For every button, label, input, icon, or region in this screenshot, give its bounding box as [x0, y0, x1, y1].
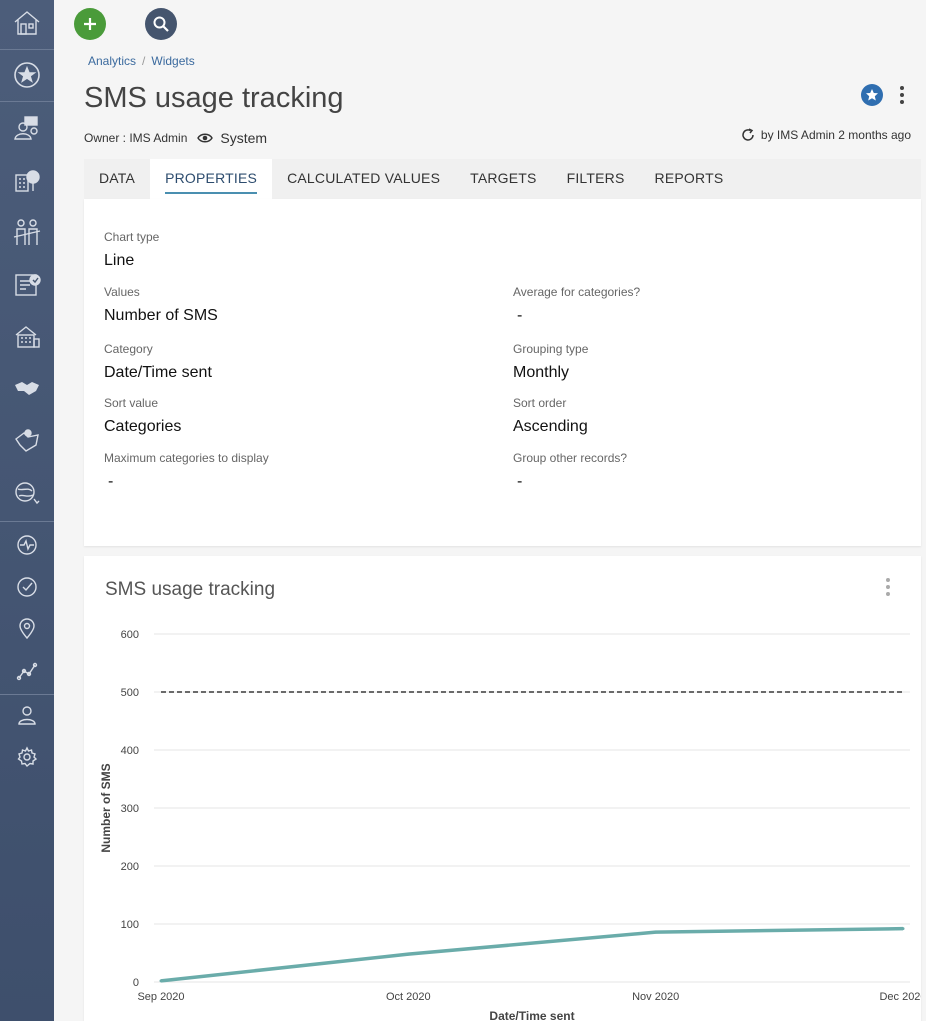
- prop-category: Category Date/Time sent: [104, 342, 212, 382]
- properties-panel: Chart type Line Values Number of SMS Ave…: [84, 199, 921, 546]
- data-point: [406, 952, 410, 956]
- tab-label: REPORTS: [654, 170, 724, 186]
- breadcrumb: Analytics / Widgets: [88, 54, 195, 68]
- breadcrumb-widgets[interactable]: Widgets: [151, 54, 194, 68]
- prop-max-categories: Maximum categories to display -: [104, 451, 269, 491]
- updated-text: by IMS Admin 2 months ago: [760, 128, 911, 142]
- favorites-icon[interactable]: [0, 54, 54, 96]
- tab-properties[interactable]: PROPERTIES: [150, 159, 273, 199]
- activity-icon[interactable]: [0, 524, 54, 566]
- user-icon[interactable]: [0, 694, 54, 736]
- tab-calculated-values[interactable]: CALCULATED VALUES: [272, 159, 455, 199]
- plus-icon: [84, 18, 96, 30]
- tab-label: TARGETS: [470, 170, 537, 186]
- prop-label: Category: [104, 342, 153, 356]
- prop-label: Maximum categories to display: [104, 451, 269, 465]
- tab-reports[interactable]: REPORTS: [640, 159, 739, 199]
- locations-icon[interactable]: [0, 419, 54, 461]
- settings-icon[interactable]: [0, 736, 54, 778]
- tab-label: CALCULATED VALUES: [287, 170, 441, 186]
- owner-info: Owner : IMS Admin System: [84, 130, 267, 146]
- tab-bar: DATA PROPERTIES CALCULATED VALUES TARGET…: [84, 159, 921, 199]
- location-pin-icon[interactable]: [0, 608, 54, 650]
- prop-average: Average for categories? -: [513, 285, 640, 325]
- y-tick-label: 200: [121, 861, 139, 873]
- prop-label: Grouping type: [513, 342, 589, 356]
- data-point: [901, 927, 905, 931]
- prop-value: Number of SMS: [104, 307, 218, 324]
- partnerships-icon[interactable]: [0, 367, 54, 409]
- search-icon: [153, 16, 169, 32]
- prop-grouping: Grouping type Monthly: [513, 342, 588, 382]
- prop-value: Date/Time sent: [104, 364, 212, 381]
- tab-label: DATA: [99, 170, 136, 186]
- favorite-button[interactable]: [861, 84, 883, 106]
- prop-label: Average for categories?: [513, 285, 641, 299]
- prop-values: Values Number of SMS: [104, 285, 218, 325]
- prop-value: -: [108, 473, 114, 490]
- main-content: Analytics / Widgets SMS usage tracking Own…: [54, 0, 926, 1021]
- forms-icon[interactable]: [0, 263, 54, 305]
- y-tick-label: 100: [121, 919, 139, 931]
- people-icon[interactable]: [0, 211, 54, 253]
- chart-card: SMS usage tracking 0 100 200 300 400 500 600 Se…: [84, 556, 921, 1021]
- projects-icon[interactable]: [0, 471, 54, 513]
- star-icon: [866, 89, 878, 101]
- eye-icon: [197, 132, 214, 144]
- prop-label: Values: [104, 285, 140, 299]
- x-tick-label: Dec 2020: [879, 991, 921, 1003]
- breadcrumb-analytics[interactable]: Analytics: [88, 54, 136, 68]
- refresh-icon: [742, 128, 754, 141]
- y-tick-label: 0: [133, 977, 139, 989]
- sidebar: [0, 0, 54, 1021]
- prop-value: Monthly: [513, 364, 570, 381]
- prop-value: -: [517, 473, 523, 490]
- tab-label: PROPERTIES: [165, 170, 258, 194]
- tab-targets[interactable]: TARGETS: [455, 159, 551, 199]
- add-button[interactable]: [74, 8, 106, 40]
- buildings-icon[interactable]: [0, 315, 54, 357]
- last-updated: by IMS Admin 2 months ago: [741, 128, 911, 142]
- data-point: [159, 979, 163, 983]
- owner-label: Owner : IMS Admin: [84, 131, 188, 145]
- prop-label: Sort order: [513, 396, 567, 410]
- x-tick-label: Nov 2020: [632, 991, 679, 1003]
- line-chart: 0 100 200 300 400 500 600 Sep 2020 Oct 2020 Nov 2…: [99, 629, 921, 1021]
- x-axis-label: Date/Time sent: [489, 1009, 574, 1021]
- visibility-label: System: [220, 130, 268, 146]
- y-tick-label: 400: [121, 745, 139, 757]
- breadcrumb-separator: /: [142, 54, 146, 68]
- series-line: [160, 926, 904, 983]
- prop-group-other: Group other records? -: [513, 451, 627, 491]
- prop-sort-order: Sort order Ascending: [513, 396, 588, 436]
- tab-label: FILTERS: [566, 170, 625, 186]
- prop-value: -: [517, 307, 523, 324]
- y-tick-label: 300: [121, 803, 139, 815]
- prop-label: Sort value: [104, 396, 159, 410]
- prop-label: Group other records?: [513, 451, 628, 465]
- y-axis-label: Number of SMS: [99, 763, 113, 852]
- prop-value: Line: [104, 252, 135, 269]
- organizations-icon[interactable]: [0, 159, 54, 201]
- tasks-icon[interactable]: [0, 566, 54, 608]
- prop-chart-type: Chart type Line: [104, 230, 159, 270]
- data-point: [654, 930, 658, 934]
- prop-value: Ascending: [513, 418, 588, 435]
- home-icon[interactable]: [0, 2, 54, 44]
- page-title: SMS usage tracking: [84, 82, 344, 114]
- analytics-icon[interactable]: [0, 650, 54, 692]
- contacts-icon[interactable]: [0, 107, 54, 149]
- y-tick-label: 600: [121, 629, 139, 641]
- prop-label: Chart type: [104, 230, 160, 244]
- y-tick-label: 500: [121, 687, 139, 699]
- x-tick-label: Oct 2020: [386, 991, 431, 1003]
- tab-filters[interactable]: FILTERS: [552, 159, 640, 199]
- more-options-button[interactable]: [894, 84, 910, 106]
- tab-data[interactable]: DATA: [84, 159, 150, 199]
- prop-value: Categories: [104, 418, 182, 435]
- search-button[interactable]: [145, 8, 177, 40]
- x-tick-label: Sep 2020: [137, 991, 184, 1003]
- prop-sort-value: Sort value Categories: [104, 396, 181, 436]
